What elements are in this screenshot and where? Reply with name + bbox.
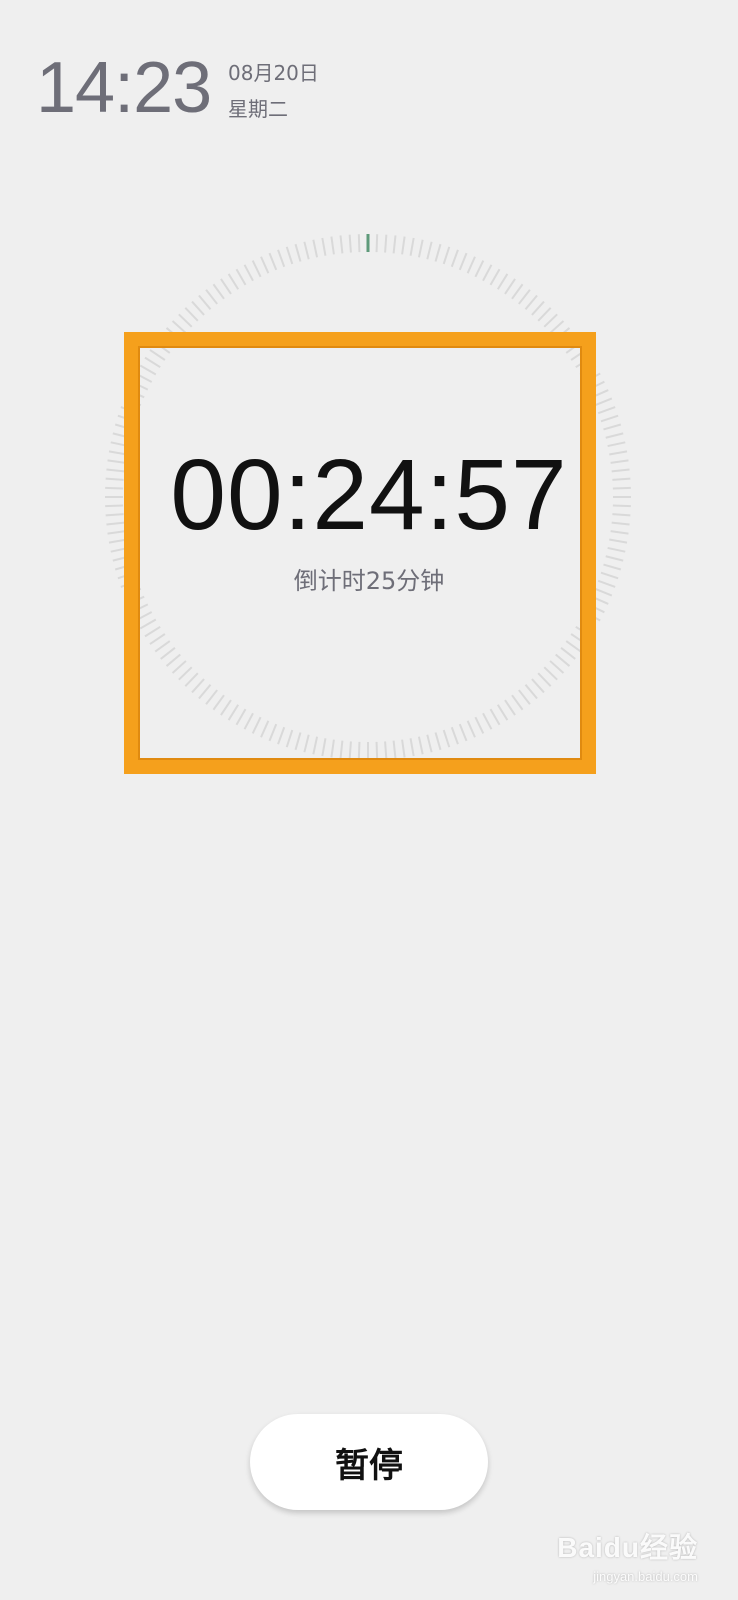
dial-tick <box>348 234 352 253</box>
pause-button[interactable]: 暂停 <box>250 1414 488 1510</box>
dial-tick <box>524 294 538 310</box>
dial-tick <box>531 300 545 316</box>
dial-tick <box>321 237 327 256</box>
dial-tick <box>605 555 624 562</box>
dial-tick <box>466 256 476 274</box>
dial-tick <box>384 234 388 253</box>
dial-tick <box>191 300 205 316</box>
highlight-frame <box>124 332 596 774</box>
dial-tick <box>450 249 459 268</box>
dial-tick <box>227 273 240 290</box>
dial-tick <box>330 236 335 255</box>
dial-tick <box>518 289 531 305</box>
dial-tick <box>277 249 286 268</box>
dial-tick <box>600 414 619 423</box>
dial-tick <box>268 252 278 271</box>
dial-tick <box>178 313 193 328</box>
dial-tick <box>605 432 624 439</box>
dial-tick <box>220 278 232 295</box>
dial-tick <box>243 264 254 282</box>
countdown-label: 倒计时25分钟 <box>293 567 445 595</box>
dial-tick <box>392 235 397 254</box>
dial-tick <box>543 313 558 328</box>
baidu-jingyan-logo: Baidu经验 <box>557 1532 698 1563</box>
dial-tick <box>442 246 451 265</box>
dial-tick <box>409 237 415 256</box>
dial-tick <box>537 307 552 322</box>
dial-tick <box>205 289 218 305</box>
dial-tick <box>312 239 319 258</box>
dial-tick <box>474 260 485 278</box>
dial-tick <box>260 256 270 274</box>
dial-tick <box>597 406 616 415</box>
dial-tick <box>489 268 501 286</box>
dial-tick <box>285 246 294 265</box>
dial-tick <box>339 235 344 254</box>
dial-tick <box>184 307 199 322</box>
dial-tick <box>482 264 493 282</box>
dial-tick <box>303 241 310 260</box>
timer-dial <box>105 234 631 760</box>
dial-tick <box>426 241 433 260</box>
dial-tick <box>458 252 468 271</box>
dial-tick <box>294 243 302 262</box>
dial-tick <box>251 260 262 278</box>
dial-tick <box>235 268 247 286</box>
dial-tick <box>496 273 509 290</box>
countdown-display: 00:24:57 <box>170 439 568 551</box>
dial-tick <box>434 243 442 262</box>
dial-tick <box>594 397 613 407</box>
dial-tick <box>401 236 406 255</box>
dial-tick <box>375 234 379 253</box>
dial-tick <box>417 239 424 258</box>
dial-tick <box>504 278 516 295</box>
dial-tick <box>198 294 212 310</box>
dial-tick <box>357 234 361 253</box>
dial-tick <box>511 283 524 300</box>
dial-tick <box>212 283 225 300</box>
dial-tick <box>603 423 622 431</box>
watermark-url: jingyan.baidu.com <box>593 1569 698 1584</box>
